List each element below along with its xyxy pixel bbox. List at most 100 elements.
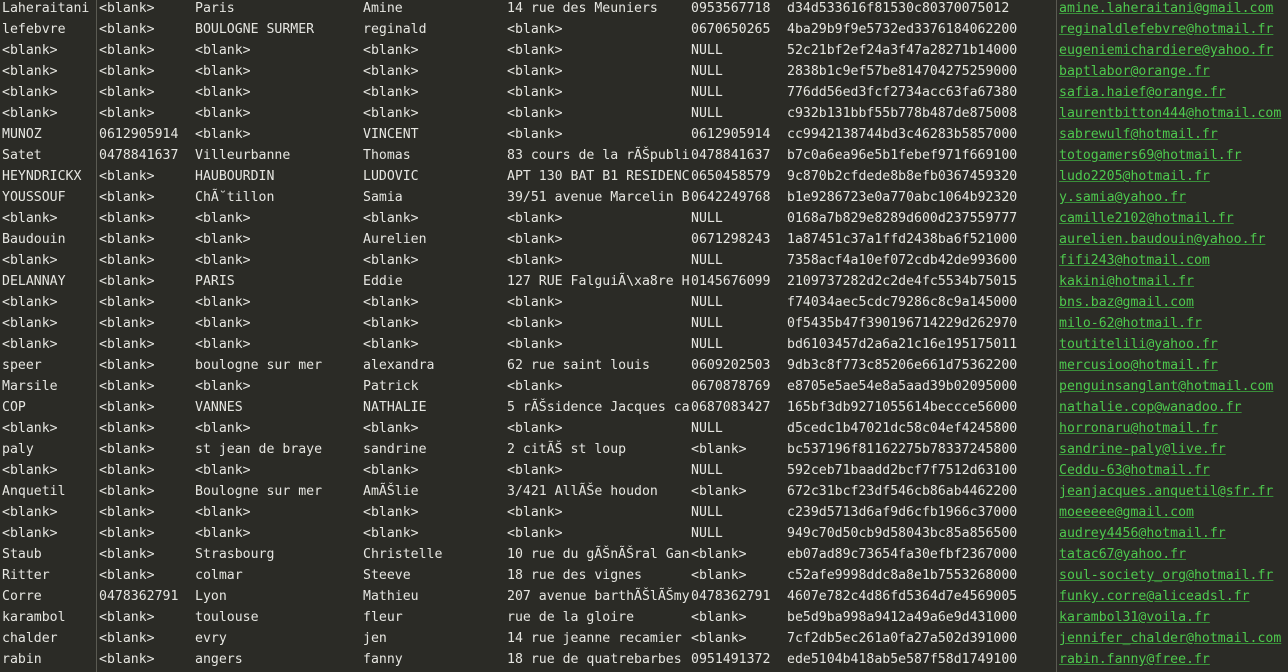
email-cell[interactable]: audrey4456@hotmail.fr bbox=[1057, 523, 1288, 544]
email-cell[interactable]: karambol31@voila.fr bbox=[1057, 607, 1288, 628]
email-cell[interactable]: nathalie.cop@wanadoo.fr bbox=[1057, 397, 1288, 418]
first-name-cell: alexandra bbox=[363, 358, 435, 373]
city-cell: <blank> bbox=[195, 106, 251, 121]
table-row[interactable]: YOUSSOUF <blank> ChÃ˘tillon Samia 39/51 aven… bbox=[0, 187, 1288, 208]
email-cell[interactable]: Ceddu-63@hotmail.fr bbox=[1057, 460, 1288, 481]
table-row[interactable]: <blank> <blank> <blank> <blank> <blank> NULL 5… bbox=[0, 40, 1288, 61]
email-cell[interactable]: mercusioo@hotmail.fr bbox=[1057, 355, 1288, 376]
email-cell[interactable]: penguinsanglant@hotmail.com bbox=[1057, 376, 1288, 397]
table-row[interactable]: <blank> <blank> <blank> <blank> <blank> NULL b… bbox=[0, 334, 1288, 355]
table-row[interactable]: <blank> <blank> <blank> <blank> <blank> NULL d… bbox=[0, 418, 1288, 439]
email-cell[interactable]: rabin.fanny@free.fr bbox=[1057, 649, 1288, 670]
email-cell[interactable]: aurelien.baudouin@yahoo.fr bbox=[1057, 229, 1288, 250]
table-row[interactable]: chalder <blank> evry jen 14 rue jeanne recam… bbox=[0, 628, 1288, 649]
first-name-cell: AmÃŠlie bbox=[363, 484, 419, 499]
email-cell[interactable]: amine.laheraitani@gmail.com bbox=[1057, 0, 1288, 19]
table-row[interactable]: <blank> <blank> <blank> <blank> <blank> NULL 7… bbox=[0, 250, 1288, 271]
email-cell[interactable]: reginaldlefebvre@hotmail.fr bbox=[1057, 19, 1288, 40]
table-row[interactable]: Staub <blank> Strasbourg Christelle 10 rue d… bbox=[0, 544, 1288, 565]
email-cell[interactable]: kakini@hotmail.fr bbox=[1057, 271, 1288, 292]
table-row[interactable]: karambol <blank> toulouse fleur rue de la gl… bbox=[0, 607, 1288, 628]
first-name-cell: VINCENT bbox=[363, 127, 419, 142]
email-cell[interactable]: sandrine-paly@live.fr bbox=[1057, 439, 1288, 460]
city-cell: <blank> bbox=[195, 505, 251, 520]
phone-cell: <blank> bbox=[99, 379, 155, 394]
table-row[interactable]: Ritter <blank> colmar Steeve 18 rue des vign… bbox=[0, 565, 1288, 586]
table-row[interactable]: Satet 0478841637 Villeurbanne Thomas 83 cour… bbox=[0, 145, 1288, 166]
table-row[interactable]: speer <blank> boulogne sur mer alexandra 62 … bbox=[0, 355, 1288, 376]
email-cell[interactable]: camille2102@hotmail.fr bbox=[1057, 208, 1288, 229]
last-name-cell: <blank> bbox=[2, 295, 58, 310]
phone-cell: <blank> bbox=[99, 43, 155, 58]
email-cell[interactable]: totogamers69@hotmail.fr bbox=[1057, 145, 1288, 166]
phone-cell: <blank> bbox=[99, 337, 155, 352]
city-cell: Lyon bbox=[195, 589, 227, 604]
email-cell[interactable]: milo-62@hotmail.fr bbox=[1057, 313, 1288, 334]
phone-cell: <blank> bbox=[99, 463, 155, 478]
email-cell[interactable]: funky.corre@aliceadsl.fr bbox=[1057, 586, 1288, 607]
first-name-cell: Aurelien bbox=[363, 232, 427, 247]
table-row[interactable]: <blank> <blank> <blank> <blank> <blank> NULL 0… bbox=[0, 313, 1288, 334]
email-cell[interactable]: laurentbitton444@hotmail.com bbox=[1057, 103, 1288, 124]
table-row[interactable]: Baudouin <blank> <blank> Aurelien <blank> 067… bbox=[0, 229, 1288, 250]
table-row[interactable]: HEYNDRICKX <blank> HAUBOURDIN LUDOVIC APT 13… bbox=[0, 166, 1288, 187]
email-cell[interactable]: jennifer_chalder@hotmail.com bbox=[1057, 628, 1288, 649]
mobile-cell: NULL bbox=[691, 295, 723, 310]
last-name-cell: karambol bbox=[2, 610, 66, 625]
first-name-cell: Thomas bbox=[363, 148, 411, 163]
email-cell[interactable]: horronaru@hotmail.fr bbox=[1057, 418, 1288, 439]
phone-cell: <blank> bbox=[99, 295, 155, 310]
city-cell: st jean de braye bbox=[195, 442, 323, 457]
email-cell[interactable]: tatac67@yahoo.fr bbox=[1057, 544, 1288, 565]
hash-cell: 949c70d50cb9d58043bc85a856500 bbox=[787, 526, 1018, 541]
address-cell: 39/51 avenue Marcelin B bbox=[507, 190, 689, 205]
table-row[interactable]: <blank> <blank> <blank> <blank> <blank> NULL c… bbox=[0, 103, 1288, 124]
table-row[interactable]: paly <blank> st jean de braye sandrine 2 cit… bbox=[0, 439, 1288, 460]
email-cell[interactable]: jeanjacques.anquetil@sfr.fr bbox=[1057, 481, 1288, 502]
address-cell: <blank> bbox=[507, 127, 563, 142]
last-name-cell: Ritter bbox=[2, 568, 50, 583]
table-row[interactable]: Marsile <blank> <blank> Patrick <blank> 06708… bbox=[0, 376, 1288, 397]
email-cell[interactable]: bns.baz@gmail.com bbox=[1057, 292, 1288, 313]
table-row[interactable]: Laheraitani <blank> Paris Amine 14 rue des M… bbox=[0, 0, 1288, 19]
table-row[interactable]: <blank> <blank> <blank> <blank> <blank> NULL 7… bbox=[0, 82, 1288, 103]
hash-cell: f74034aec5cdc79286c8c9a145000 bbox=[787, 295, 1018, 310]
mobile-cell: 0951491372 bbox=[691, 652, 771, 667]
table-row[interactable]: rabin <blank> angers fanny 18 rue de quatreb… bbox=[0, 649, 1288, 670]
email-cell[interactable]: fifi243@hotmail.com bbox=[1057, 250, 1288, 271]
email-cell[interactable]: soul-society_org@hotmail.fr bbox=[1057, 565, 1288, 586]
table-row[interactable]: <blank> <blank> <blank> <blank> <blank> NULL 2… bbox=[0, 61, 1288, 82]
email-cell[interactable]: sabrewulf@hotmail.fr bbox=[1057, 124, 1288, 145]
table-row[interactable]: <blank> <blank> <blank> <blank> <blank> NULL c… bbox=[0, 502, 1288, 523]
hash-cell: bd6103457d2a6a21c16e195175011 bbox=[787, 337, 1018, 352]
email-cell[interactable]: y.samia@yahoo.fr bbox=[1057, 187, 1288, 208]
last-name-cell: YOUSSOUF bbox=[2, 190, 66, 205]
mobile-cell: NULL bbox=[691, 505, 723, 520]
table-row[interactable]: Corre 0478362791 Lyon Mathieu 207 avenue bar… bbox=[0, 586, 1288, 607]
table-row[interactable]: <blank> <blank> <blank> <blank> <blank> NULL 9… bbox=[0, 523, 1288, 544]
first-name-cell: <blank> bbox=[363, 505, 419, 520]
email-cell[interactable]: ludo2205@hotmail.fr bbox=[1057, 166, 1288, 187]
email-cell[interactable]: moeeeee@gmail.com bbox=[1057, 502, 1288, 523]
email-cell[interactable]: toutitelili@yahoo.fr bbox=[1057, 334, 1288, 355]
table-row[interactable]: <blank> <blank> <blank> <blank> <blank> NULL f… bbox=[0, 292, 1288, 313]
table-row[interactable]: <blank> <blank> <blank> <blank> <blank> NULL 5… bbox=[0, 460, 1288, 481]
table-row[interactable]: COP <blank> VANNES NATHALIE 5 rÃŠsidence Jac… bbox=[0, 397, 1288, 418]
address-cell: 14 rue jeanne recamier bbox=[507, 631, 682, 646]
hash-cell: 7cf2db5ec261a0fa27a502d391000 bbox=[787, 631, 1018, 646]
city-cell: Paris bbox=[195, 1, 235, 16]
address-cell: <blank> bbox=[507, 211, 563, 226]
hash-cell: 2109737282d2c2de4fc5534b75015 bbox=[787, 274, 1018, 289]
hash-cell: 9db3c8f773c85206e661d75362200 bbox=[787, 358, 1018, 373]
table-row[interactable]: <blank> <blank> <blank> <blank> <blank> NULL 0… bbox=[0, 208, 1288, 229]
table-row[interactable]: lefebvre <blank> BOULOGNE SURMER reginald <b… bbox=[0, 19, 1288, 40]
address-cell: <blank> bbox=[507, 379, 563, 394]
table-row[interactable]: Anquetil <blank> Boulogne sur mer AmÃŠlie 3/… bbox=[0, 481, 1288, 502]
last-name-cell: <blank> bbox=[2, 421, 58, 436]
hash-cell: c239d5713d6af9d6cfb1966c37000 bbox=[787, 505, 1018, 520]
email-cell[interactable]: eugeniemichardiere@yahoo.fr bbox=[1057, 40, 1288, 61]
email-cell[interactable]: baptlabor@orange.fr bbox=[1057, 61, 1288, 82]
table-row[interactable]: MUNOZ 0612905914 <blank> VINCENT <blank> 0612… bbox=[0, 124, 1288, 145]
email-cell[interactable]: safia.haief@orange.fr bbox=[1057, 82, 1288, 103]
table-row[interactable]: DELANNAY <blank> PARIS Eddie 127 RUE FalguiÃ… bbox=[0, 271, 1288, 292]
